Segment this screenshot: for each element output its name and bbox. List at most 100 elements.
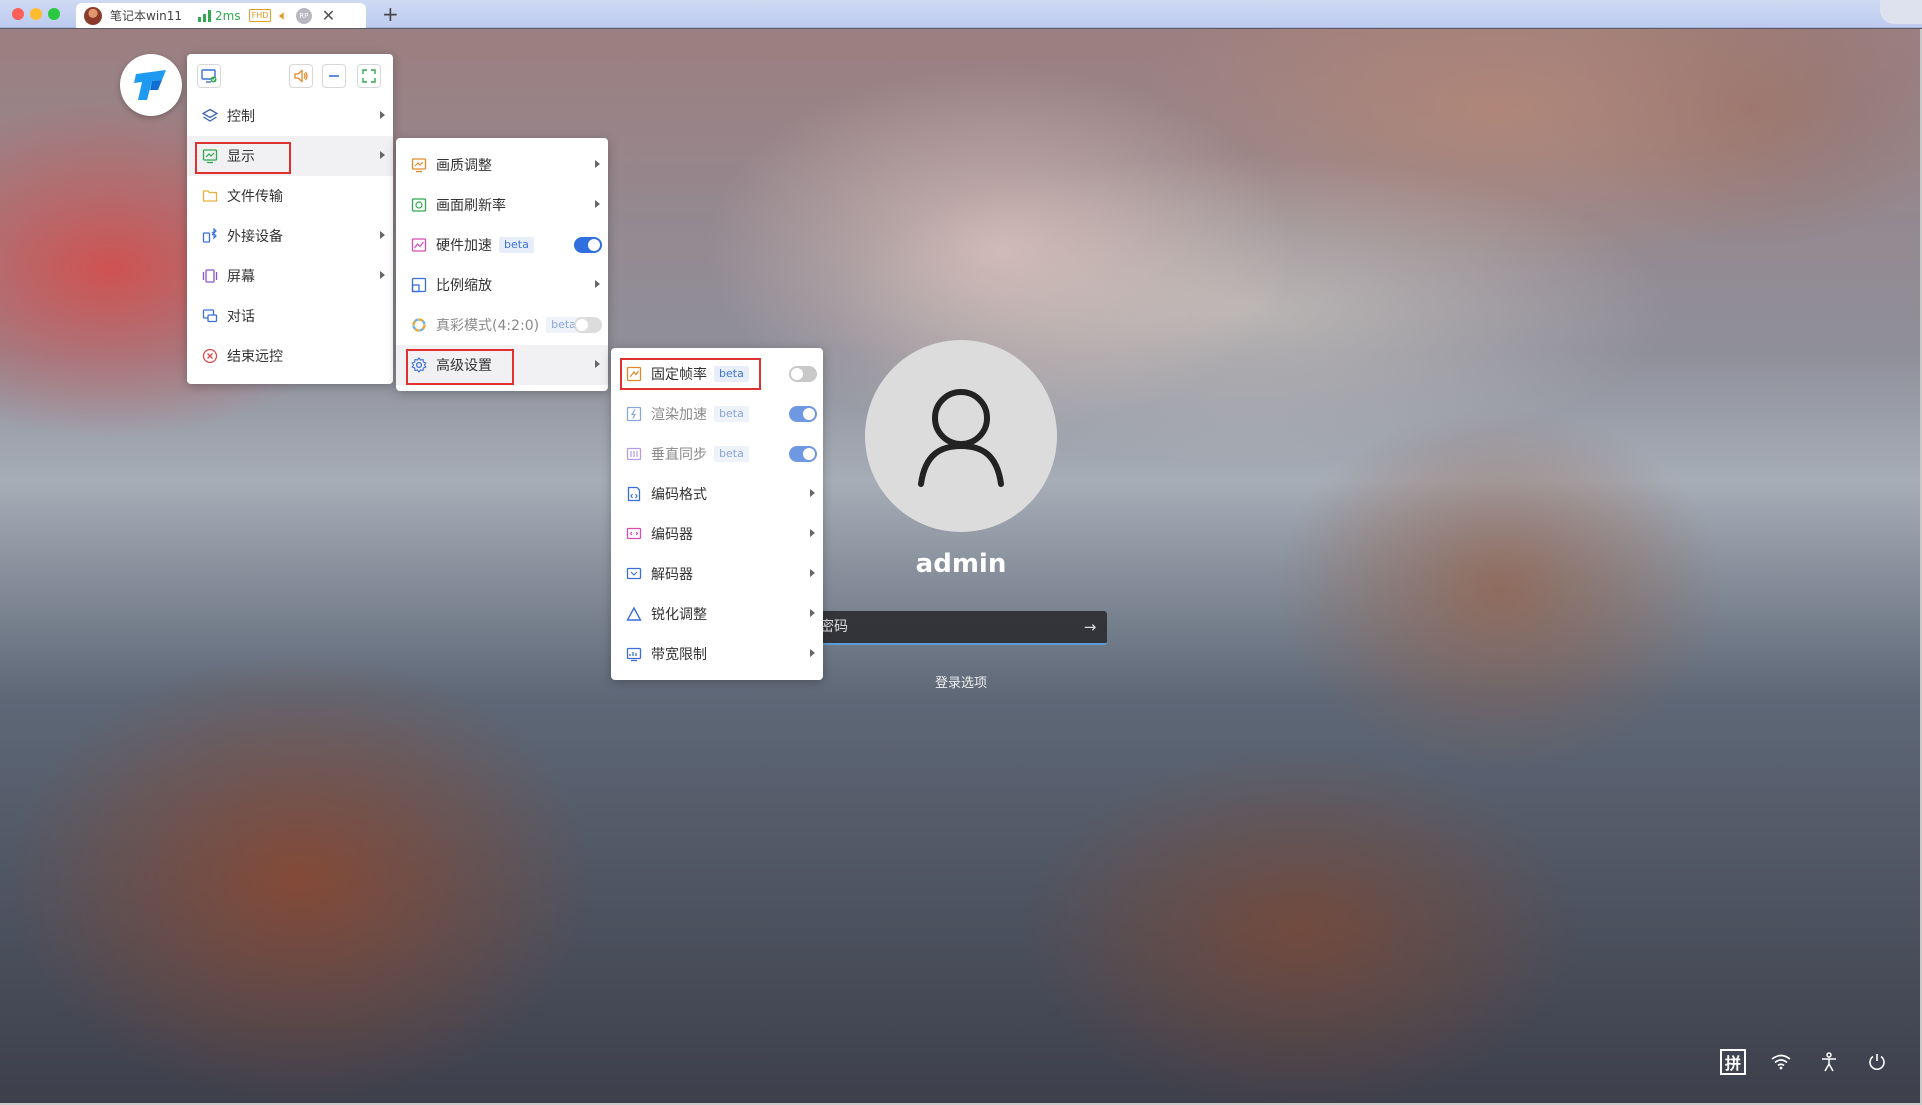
menu-item-encoding-format[interactable]: 编码格式 — [611, 474, 823, 514]
menu-item-label: 带宽限制 — [651, 647, 707, 663]
toolbar-top-row — [187, 54, 393, 94]
chevron-right-icon — [380, 111, 385, 119]
menu-item-label: 文件传输 — [227, 189, 283, 205]
chevron-right-icon — [380, 231, 385, 239]
chevron-right-icon — [810, 649, 815, 657]
menu-item-encoder[interactable]: 编码器 — [611, 514, 823, 554]
encoder-icon — [625, 525, 643, 543]
window-zoom-button[interactable] — [48, 8, 60, 20]
password-input[interactable] — [820, 611, 1070, 643]
menu-item-image-quality[interactable]: 画质调整 — [396, 145, 608, 185]
menu-item-decoder[interactable]: 解码器 — [611, 554, 823, 594]
remote-screen-button[interactable] — [197, 64, 221, 88]
power-icon[interactable] — [1864, 1049, 1890, 1075]
menu-item-fixed-frame-rate[interactable]: 固定帧率 beta — [611, 354, 823, 394]
menu-item-label: 编码器 — [651, 527, 693, 543]
accessibility-icon[interactable] — [1816, 1049, 1842, 1075]
beta-badge: beta — [714, 366, 749, 382]
window-minimize-button[interactable] — [30, 8, 42, 20]
chevron-right-icon — [380, 151, 385, 159]
menu-item-hardware-acceleration[interactable]: 硬件加速 beta — [396, 225, 608, 265]
fhd-badge: FHD — [248, 9, 272, 22]
beta-badge: beta — [714, 406, 749, 422]
screens-icon — [201, 267, 219, 285]
new-tab-button[interactable]: + — [382, 2, 399, 26]
menu-item-label: 解码器 — [651, 567, 693, 583]
render-acceleration-toggle[interactable] — [789, 406, 817, 422]
menu-item-advanced-settings[interactable]: 高级设置 — [396, 345, 608, 385]
code-format-icon — [625, 485, 643, 503]
chevron-right-icon — [595, 360, 600, 368]
menu-item-render-acceleration[interactable]: 渲染加速 beta — [611, 394, 823, 434]
fixed-frame-rate-toggle[interactable] — [789, 366, 817, 382]
advanced-settings-menu: 固定帧率 beta 渲染加速 beta 垂直同步 beta 编码格式 编码器 解… — [611, 348, 823, 680]
chevron-right-icon — [810, 489, 815, 497]
beta-badge: beta — [714, 446, 749, 462]
chart-icon — [410, 236, 428, 254]
folder-icon — [201, 187, 219, 205]
hardware-acceleration-toggle[interactable] — [574, 237, 602, 253]
speaker-icon — [294, 69, 308, 83]
minimize-toolbar-button[interactable] — [322, 64, 346, 88]
user-icon — [918, 389, 1004, 487]
signal-strength-icon — [198, 9, 212, 22]
refresh-rate-icon — [410, 196, 428, 214]
menu-item-vsync[interactable]: 垂直同步 beta — [611, 434, 823, 474]
render-icon — [625, 405, 643, 423]
user-avatar — [865, 340, 1057, 532]
scale-icon — [410, 276, 428, 294]
app-logo-button[interactable] — [120, 54, 182, 116]
menu-item-label: 屏幕 — [227, 269, 255, 285]
menu-item-screens[interactable]: 屏幕 — [187, 256, 393, 296]
device-avatar-icon — [84, 6, 102, 25]
menu-item-refresh-rate[interactable]: 画面刷新率 — [396, 185, 608, 225]
bandwidth-icon — [625, 645, 643, 663]
menu-item-label: 画质调整 — [436, 158, 492, 174]
display-menu: 画质调整 画面刷新率 硬件加速 beta 比例缩放 真彩模式(4:2:0) be… — [396, 138, 608, 391]
triangle-icon — [625, 605, 643, 623]
chevron-right-icon — [810, 529, 815, 537]
frame-rate-icon — [625, 365, 643, 383]
menu-item-label: 真彩模式(4:2:0) — [436, 318, 540, 334]
submit-arrow-icon[interactable]: → — [1081, 618, 1099, 636]
menu-item-label: 高级设置 — [436, 358, 492, 374]
title-bar: 笔记本win11 2ms FHD 🔈︎ RP ✕ + — [0, 0, 1922, 28]
menu-item-label: 结束远控 — [227, 349, 283, 365]
menu-item-sharpening[interactable]: 锐化调整 — [611, 594, 823, 634]
chevron-right-icon — [595, 200, 600, 208]
password-box: → — [808, 611, 1107, 645]
monitor-check-icon — [201, 69, 217, 83]
menu-item-true-color[interactable]: 真彩模式(4:2:0) beta — [396, 305, 608, 345]
ime-indicator[interactable]: 拼 — [1720, 1049, 1746, 1075]
chevron-right-icon — [810, 569, 815, 577]
menu-item-label: 锐化调整 — [651, 607, 707, 623]
menu-item-label: 垂直同步 — [651, 447, 707, 463]
vsync-toggle[interactable] — [789, 446, 817, 462]
monitor-icon — [201, 147, 219, 165]
menu-item-file-transfer[interactable]: 文件传输 — [187, 176, 393, 216]
window-close-button[interactable] — [12, 8, 24, 20]
sound-button[interactable] — [289, 64, 313, 88]
session-tab[interactable]: 笔记本win11 2ms FHD 🔈︎ RP ✕ — [76, 3, 366, 28]
tab-close-button[interactable]: ✕ — [322, 6, 335, 25]
app-logo-icon — [134, 70, 166, 100]
wifi-icon[interactable] — [1768, 1049, 1794, 1075]
rp-badge: RP — [295, 7, 312, 24]
login-options-link[interactable]: 登录选项 — [870, 672, 1052, 691]
menu-item-label: 控制 — [227, 109, 255, 125]
fullscreen-button[interactable] — [357, 64, 381, 88]
decoder-icon — [625, 565, 643, 583]
menu-item-end-session[interactable]: 结束远控 — [187, 336, 393, 376]
titlebar-corner — [1880, 0, 1922, 24]
menu-item-control[interactable]: 控制 — [187, 96, 393, 136]
chevron-right-icon — [595, 280, 600, 288]
menu-item-external-devices[interactable]: 外接设备 — [187, 216, 393, 256]
true-color-toggle[interactable] — [574, 317, 602, 333]
beta-badge: beta — [499, 237, 534, 253]
menu-item-scaling[interactable]: 比例缩放 — [396, 265, 608, 305]
vsync-icon — [625, 445, 643, 463]
menu-item-display[interactable]: 显示 — [187, 136, 393, 176]
menu-item-label: 对话 — [227, 309, 255, 325]
menu-item-chat[interactable]: 对话 — [187, 296, 393, 336]
menu-item-bandwidth-limit[interactable]: 带宽限制 — [611, 634, 823, 674]
